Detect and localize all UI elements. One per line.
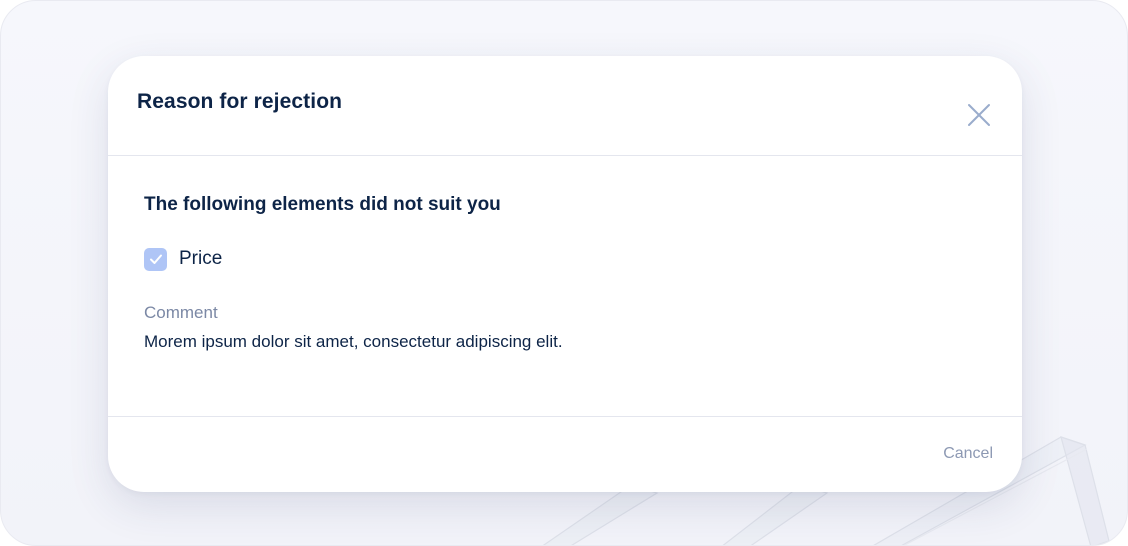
comment-text: Morem ipsum dolor sit amet, consectetur …	[144, 332, 563, 351]
dialog-title: Reason for rejection	[137, 90, 343, 113]
close-icon	[968, 104, 990, 126]
comment-label: Comment	[144, 303, 218, 322]
section-heading: The following elements did not suit you	[144, 194, 501, 215]
price-checkbox-row[interactable]: Price	[144, 246, 222, 272]
dialog-header: Reason for rejection	[108, 56, 1022, 156]
price-checkbox-label: Price	[179, 248, 223, 269]
rejection-dialog: Reason for rejection The following eleme…	[108, 56, 1022, 492]
cancel-button[interactable]: Cancel	[943, 445, 993, 463]
close-button[interactable]	[964, 100, 994, 130]
price-checkbox[interactable]	[144, 247, 167, 271]
checkmark-icon	[149, 254, 162, 264]
dialog-footer: Cancel	[108, 416, 1022, 492]
